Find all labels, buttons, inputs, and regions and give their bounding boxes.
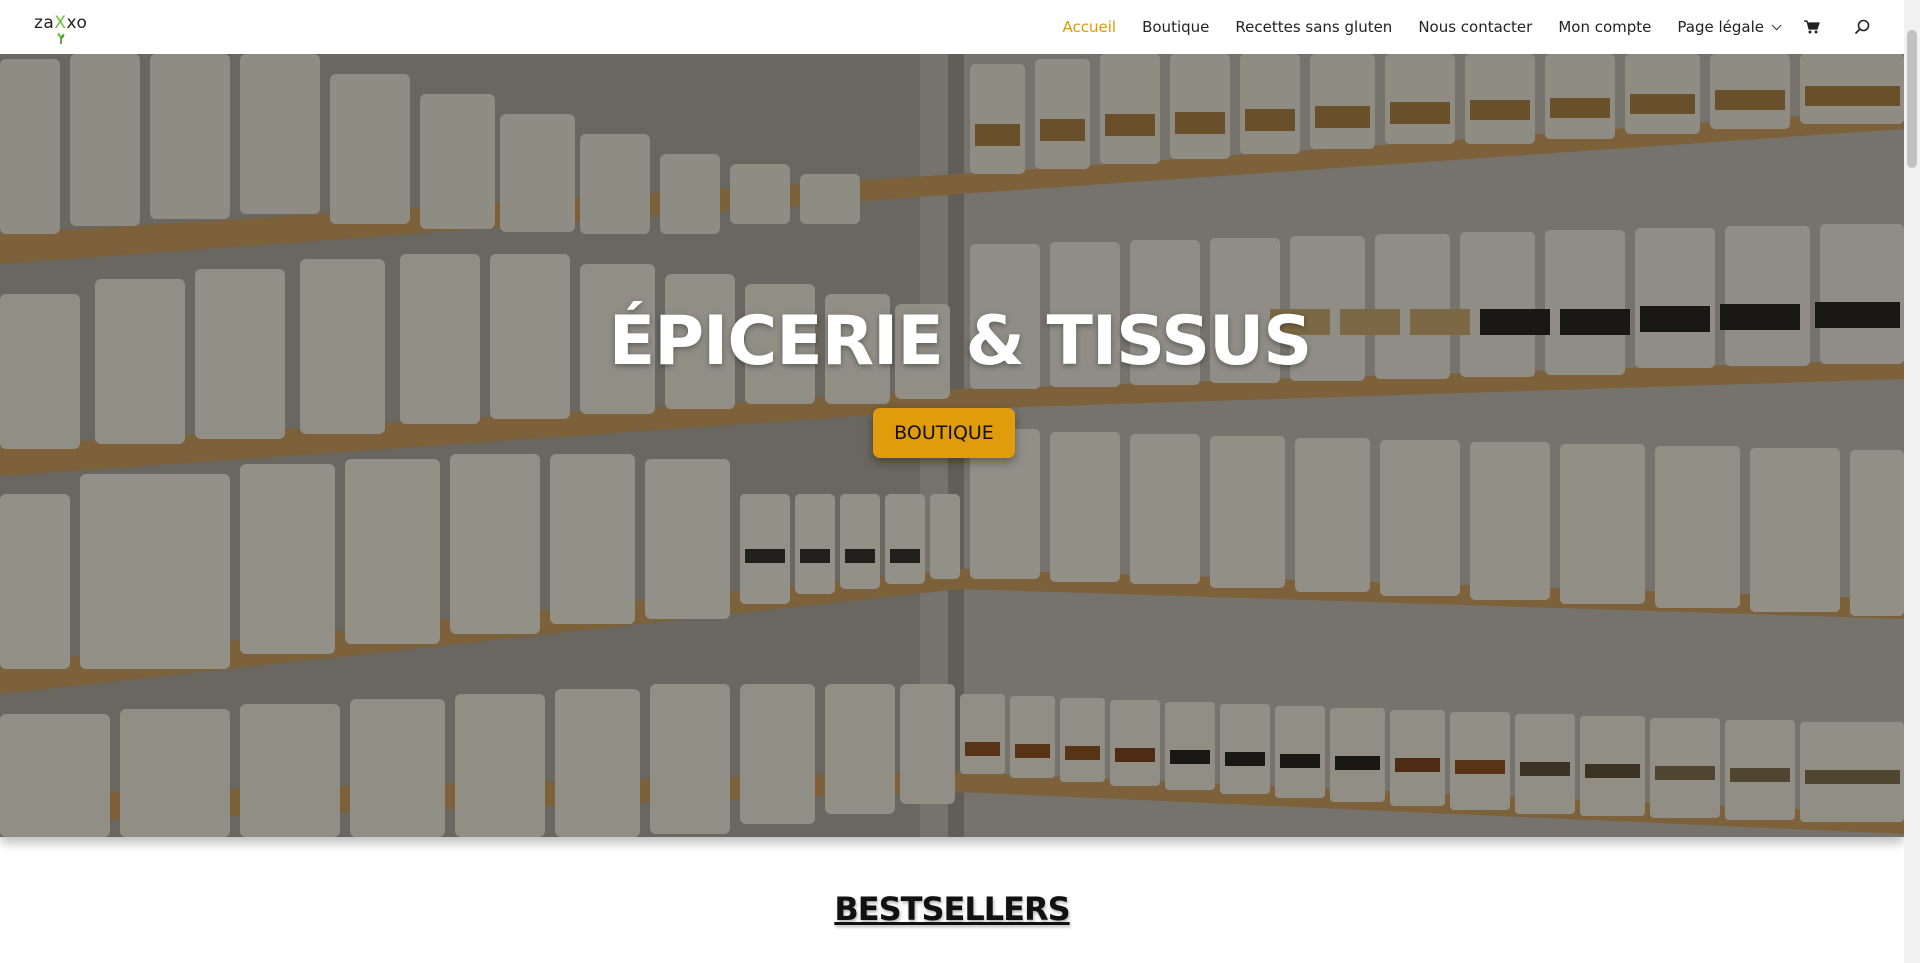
logo[interactable]: zaXxo bbox=[34, 10, 90, 46]
nav-item-mon-compte[interactable]: Mon compte bbox=[1558, 18, 1651, 36]
nav-item-page-legale[interactable]: Page légale bbox=[1677, 18, 1782, 36]
cart-icon[interactable] bbox=[1804, 20, 1820, 34]
nav-item-contact[interactable]: Nous contacter bbox=[1418, 18, 1532, 36]
nav-item-boutique[interactable]: Boutique bbox=[1142, 18, 1209, 36]
hero-banner: ÉPICERIE & TISSUS BOUTIQUE bbox=[0, 54, 1904, 837]
site-header: zaXxo Accueil Boutique Recettes sans glu… bbox=[0, 0, 1904, 54]
page-scrollbar[interactable] bbox=[1904, 0, 1920, 963]
boutique-button[interactable]: BOUTIQUE bbox=[873, 408, 1015, 458]
nav-item-recettes[interactable]: Recettes sans gluten bbox=[1235, 18, 1392, 36]
chevron-down-icon bbox=[1771, 19, 1782, 30]
scrollbar-thumb[interactable] bbox=[1907, 30, 1917, 168]
search-icon[interactable] bbox=[1854, 19, 1870, 35]
hero-title: ÉPICERIE & TISSUS bbox=[608, 302, 1312, 381]
nav-item-page-legale-label: Page légale bbox=[1677, 18, 1764, 36]
main-nav: Accueil Boutique Recettes sans gluten No… bbox=[1037, 0, 1870, 54]
nav-item-accueil[interactable]: Accueil bbox=[1063, 18, 1117, 36]
leaf-icon bbox=[57, 33, 65, 44]
section-title-bestsellers: BESTSELLERS bbox=[834, 890, 1070, 928]
logo-text: zaXxo bbox=[34, 13, 88, 33]
